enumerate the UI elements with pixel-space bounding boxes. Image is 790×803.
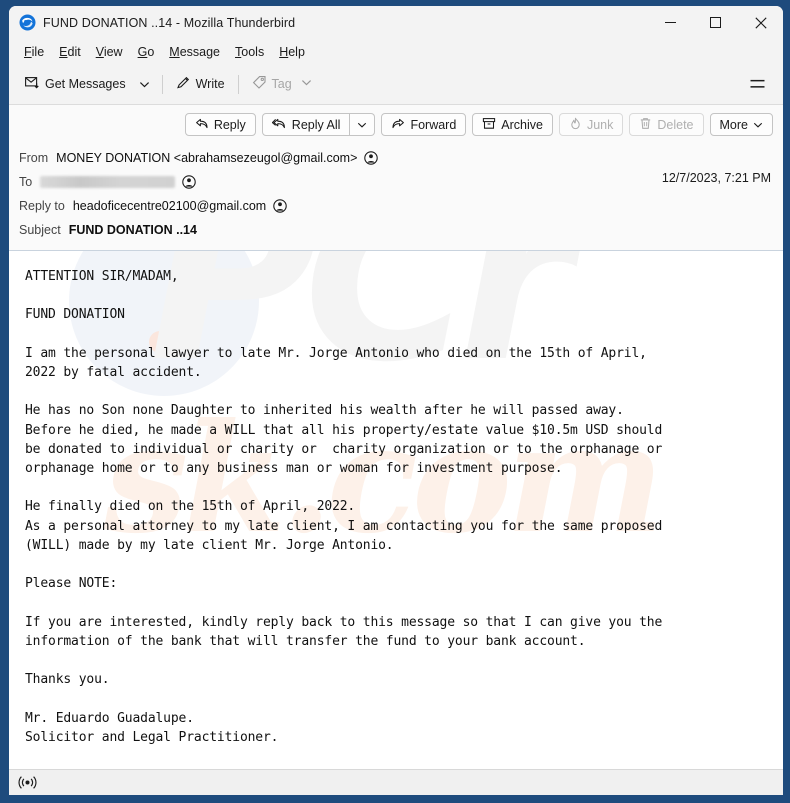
contact-avatar-icon[interactable] [273, 199, 287, 213]
menu-file[interactable]: File [17, 42, 52, 62]
header-row-to: To [19, 170, 773, 194]
reply-button[interactable]: Reply [184, 113, 256, 136]
toolbar-separator [161, 74, 163, 94]
menu-go[interactable]: Go [131, 42, 163, 62]
junk-label: Junk [586, 117, 614, 132]
to-value-redacted[interactable] [40, 176, 176, 188]
chevron-down-icon [358, 122, 367, 128]
delete-label: Delete [657, 117, 694, 132]
get-messages-label: Get Messages [45, 77, 126, 91]
maximize-icon [710, 17, 721, 28]
reply-all-button[interactable]: Reply All [261, 113, 351, 136]
to-label: To [19, 175, 33, 189]
archive-button[interactable]: Archive [472, 113, 553, 136]
tag-button[interactable]: Tag [245, 70, 319, 98]
forward-label: Forward [410, 117, 457, 132]
subject-label: Subject [19, 223, 61, 237]
toolbar-separator [237, 74, 239, 94]
contact-avatar-icon[interactable] [182, 175, 196, 189]
broadcast-signal-icon[interactable] [18, 775, 37, 790]
menu-edit[interactable]: Edit [52, 42, 89, 62]
chevron-down-icon [753, 122, 763, 128]
menu-bar: File Edit View Go Message Tools Help [9, 39, 783, 64]
window-title: FUND DONATION ..14 - Mozilla Thunderbird [43, 15, 296, 30]
thunderbird-window: FUND DONATION ..14 - Mozilla Thunderbird [9, 6, 783, 795]
tag-dropdown-chevron[interactable] [301, 77, 312, 91]
header-row-subject: Subject FUND DONATION ..14 [19, 218, 773, 242]
message-action-bar: Reply Reply All Forward Archive Junk Del… [9, 105, 783, 144]
more-label: More [719, 117, 748, 132]
status-bar [9, 769, 783, 795]
minimize-icon [665, 22, 676, 23]
close-icon [754, 16, 767, 29]
forward-button[interactable]: Forward [381, 113, 467, 136]
menu-help[interactable]: Help [272, 42, 313, 62]
get-messages-button[interactable]: Get Messages [18, 70, 133, 98]
desktop-background: FUND DONATION ..14 - Mozilla Thunderbird [0, 0, 790, 803]
chevron-down-icon [139, 81, 149, 87]
message-header: 12/7/2023, 7:21 PM From MONEY DONATION <… [9, 144, 783, 251]
reply-to-value[interactable]: headoficecentre02100@gmail.com [73, 199, 266, 213]
message-timestamp: 12/7/2023, 7:21 PM [661, 171, 771, 185]
reply-arrow-icon [195, 117, 209, 133]
get-messages-dropdown-button[interactable] [133, 74, 156, 95]
reply-to-label: Reply to [19, 199, 65, 213]
reply-all-dropdown-button[interactable] [350, 113, 376, 136]
pencil-icon [176, 75, 191, 93]
message-body-text: ATTENTION SIR/MADAM, FUND DONATION I am … [25, 269, 663, 745]
delete-button[interactable]: Delete [629, 113, 704, 136]
forward-arrow-icon [391, 117, 405, 133]
reply-all-arrow-icon [271, 117, 287, 133]
archive-label: Archive [501, 117, 543, 132]
tag-icon [252, 75, 267, 93]
chevron-down-icon [301, 80, 311, 86]
get-messages-icon [25, 75, 40, 93]
junk-button[interactable]: Junk [558, 113, 624, 136]
menu-tools[interactable]: Tools [228, 42, 272, 62]
write-label: Write [195, 77, 225, 91]
from-value[interactable]: MONEY DONATION <abrahamsezeugol@gmail.co… [56, 151, 357, 165]
from-label: From [19, 151, 49, 165]
menu-message[interactable]: Message [162, 42, 228, 62]
junk-flame-icon [569, 117, 582, 133]
tag-label: Tag [271, 77, 292, 91]
reply-label: Reply [213, 117, 246, 132]
subject-value: FUND DONATION ..14 [68, 223, 197, 237]
contact-avatar-icon[interactable] [364, 151, 379, 165]
thunderbird-logo-icon [19, 14, 36, 31]
main-toolbar: Get Messages Write Tag [9, 64, 783, 105]
write-button[interactable]: Write [169, 70, 232, 98]
maximize-button[interactable] [693, 6, 738, 39]
trash-icon [639, 117, 652, 133]
more-button[interactable]: More [709, 113, 773, 136]
reply-all-group: Reply All [261, 113, 376, 136]
header-row-reply-to: Reply to headoficecentre02100@gmail.com [19, 194, 773, 218]
header-row-from: From MONEY DONATION <abrahamsezeugol@gma… [19, 146, 773, 170]
app-menu-button[interactable] [743, 72, 772, 97]
message-body-pane[interactable]: PCr sk.com ATTENTION SIR/MADAM, FUND DON… [9, 251, 783, 769]
close-button[interactable] [738, 6, 783, 39]
title-bar: FUND DONATION ..14 - Mozilla Thunderbird [9, 6, 783, 39]
window-controls [648, 6, 783, 39]
menu-view[interactable]: View [89, 42, 131, 62]
hamburger-menu-icon [750, 79, 765, 88]
reply-all-label: Reply All [291, 117, 341, 132]
archive-box-icon [482, 117, 496, 133]
minimize-button[interactable] [648, 6, 693, 39]
